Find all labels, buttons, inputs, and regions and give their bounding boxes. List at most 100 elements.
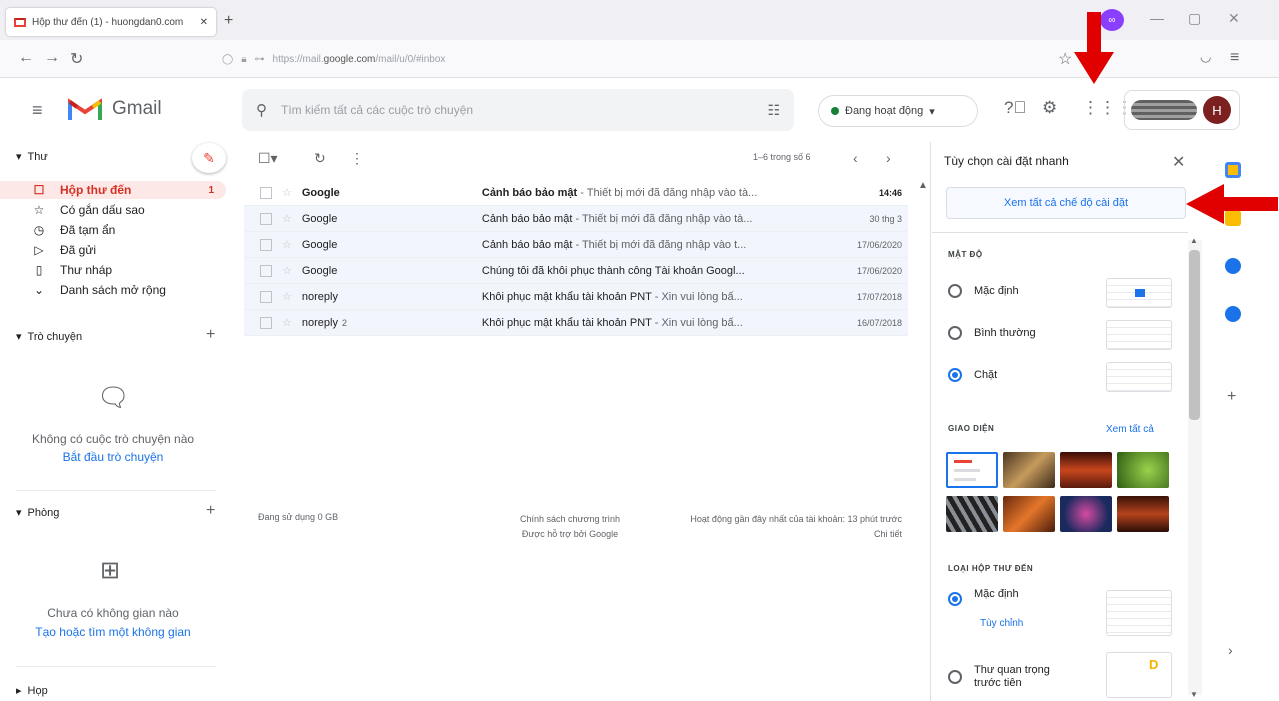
sidebar-item[interactable]: ◷ Đã tạm ẩn bbox=[0, 221, 226, 239]
search-options-icon[interactable]: ☷ bbox=[767, 102, 780, 119]
new-room-plus-icon[interactable]: + bbox=[206, 502, 215, 520]
search-bar[interactable]: ⚲ Tìm kiếm tất cả các cuộc trò chuyện ☷ bbox=[242, 89, 794, 131]
density-radio[interactable] bbox=[948, 284, 962, 298]
star-icon[interactable]: ☆ bbox=[282, 264, 292, 277]
star-icon[interactable]: ☆ bbox=[282, 186, 292, 199]
pocket-icon[interactable]: ◡ bbox=[1200, 49, 1211, 65]
density-option[interactable]: Chặt bbox=[948, 368, 997, 382]
sidebar-item[interactable]: ☐ Hộp thư đến 1 bbox=[0, 181, 226, 199]
compose-button[interactable]: ✎ bbox=[192, 143, 226, 173]
density-option-label: Mặc định bbox=[974, 285, 1019, 297]
older-page-icon[interactable]: › bbox=[886, 150, 891, 166]
browser-tab[interactable]: Hộp thư đến (1) - huongdan0.com ✕ bbox=[6, 8, 216, 36]
table-row[interactable]: ☆ noreply 2 Khôi phục mật khẩu tài khoản PN… bbox=[244, 310, 908, 336]
activity-details-link[interactable]: Chi tiết bbox=[680, 527, 902, 542]
rooms-section-header[interactable]: ▾ Phòng bbox=[16, 506, 59, 520]
row-checkbox[interactable] bbox=[260, 290, 272, 303]
new-chat-plus-icon[interactable]: + bbox=[206, 326, 215, 344]
star-icon[interactable]: ☆ bbox=[282, 290, 292, 303]
close-window-icon[interactable]: ✕ bbox=[1228, 10, 1240, 27]
inbox-important-preview: D bbox=[1106, 652, 1172, 698]
row-checkbox[interactable] bbox=[260, 186, 272, 199]
table-row[interactable]: ☆ Google Cảnh báo bảo mật - Thiết bị mới đ… bbox=[244, 180, 908, 206]
status-dropdown[interactable]: Đang hoạt động ▾ bbox=[818, 95, 978, 127]
sidebar-item[interactable]: ▷ Đã gửi bbox=[0, 241, 226, 259]
forward-icon[interactable]: → bbox=[44, 49, 60, 67]
organization-logo bbox=[1131, 100, 1197, 120]
theme-leaf-thumbnail[interactable] bbox=[1117, 452, 1169, 488]
inbox-important-radio[interactable] bbox=[948, 670, 962, 684]
table-row[interactable]: ☆ Google Cảnh báo bảo mật - Thiết bị mới đ… bbox=[244, 232, 908, 258]
account-chip[interactable]: H bbox=[1124, 90, 1240, 130]
row-checkbox[interactable] bbox=[260, 238, 272, 251]
unread-count: 1 bbox=[208, 184, 214, 196]
table-row[interactable]: ☆ Google Chúng tôi đã khôi phục thành công… bbox=[244, 258, 908, 284]
density-radio[interactable] bbox=[948, 368, 962, 382]
newer-page-icon[interactable]: ‹ bbox=[853, 150, 858, 166]
sidebar-item-label: Đã gửi bbox=[60, 243, 97, 257]
tab-close-icon[interactable]: ✕ bbox=[200, 17, 208, 28]
see-all-settings-button[interactable]: Xem tất cả chế độ cài đặt bbox=[946, 187, 1186, 219]
scroll-down-icon[interactable]: ▼ bbox=[1190, 690, 1198, 699]
row-checkbox[interactable] bbox=[260, 212, 272, 225]
theme-autumn-thumbnail[interactable] bbox=[1003, 496, 1055, 532]
start-chat-link[interactable]: Bắt đầu trò chuyện bbox=[0, 450, 226, 464]
back-icon[interactable]: ← bbox=[18, 49, 34, 67]
list-scroll-up-icon[interactable]: ▲ bbox=[918, 180, 928, 191]
gear-icon[interactable]: ⚙ bbox=[1042, 98, 1057, 118]
tasks-icon[interactable] bbox=[1225, 258, 1241, 274]
find-space-link[interactable]: Tạo hoặc tìm một không gian bbox=[0, 625, 226, 639]
close-icon[interactable]: ✕ bbox=[1172, 152, 1185, 172]
density-option[interactable]: Bình thường bbox=[948, 326, 1036, 340]
inbox-default-radio[interactable] bbox=[948, 592, 962, 606]
theme-default-thumbnail[interactable] bbox=[946, 452, 998, 488]
search-icon[interactable]: ⚲ bbox=[256, 101, 267, 119]
calendar-icon[interactable] bbox=[1225, 162, 1241, 178]
refresh-icon[interactable]: ↻ bbox=[314, 150, 326, 167]
inbox-important-option[interactable]: Thư quan trọng trước tiên bbox=[948, 664, 1064, 690]
star-icon[interactable]: ☆ bbox=[282, 316, 292, 329]
url-bar[interactable]: ◯ 🔒︎ ⊶ https://mail.google.com/mail/u/0/… bbox=[222, 48, 1092, 70]
avatar[interactable]: H bbox=[1203, 96, 1231, 124]
program-policy-link[interactable]: Chính sách chương trình bbox=[500, 512, 640, 527]
density-radio[interactable] bbox=[948, 326, 962, 340]
theme-lava-thumbnail[interactable] bbox=[1117, 496, 1169, 532]
browser-menu-icon[interactable]: ≡ bbox=[1230, 49, 1239, 67]
nav-icon: ⌄ bbox=[33, 283, 45, 297]
search-input[interactable]: Tìm kiếm tất cả các cuộc trò chuyện bbox=[281, 103, 753, 117]
chat-section-header[interactable]: ▾ Trò chuyện bbox=[16, 330, 82, 344]
theme-bokeh-thumbnail[interactable] bbox=[1060, 496, 1112, 532]
gmail-logo-icon[interactable] bbox=[68, 96, 102, 122]
scroll-up-icon[interactable]: ▲ bbox=[1190, 236, 1198, 245]
show-side-panel-icon[interactable]: › bbox=[1228, 642, 1233, 658]
contacts-icon[interactable] bbox=[1225, 306, 1241, 322]
table-row[interactable]: ☆ Google Cảnh báo bảo mật - Thiết bị mới đ… bbox=[244, 206, 908, 232]
reload-icon[interactable]: ↻ bbox=[70, 49, 83, 69]
meet-section-header[interactable]: ▸ Họp bbox=[16, 684, 48, 698]
new-tab-button[interactable]: + bbox=[224, 12, 233, 30]
scrollbar-thumb[interactable] bbox=[1189, 250, 1200, 420]
theme-view-all-link[interactable]: Xem tất cả bbox=[1106, 424, 1154, 435]
main-menu-icon[interactable]: ≡ bbox=[32, 100, 43, 121]
row-checkbox[interactable] bbox=[260, 264, 272, 277]
theme-chess-thumbnail[interactable] bbox=[1003, 452, 1055, 488]
help-icon[interactable]: ?⃝ bbox=[1004, 98, 1026, 118]
theme-honeycomb-thumbnail[interactable] bbox=[946, 496, 998, 532]
sidebar-item[interactable]: ☆ Có gắn dấu sao bbox=[0, 201, 226, 219]
sidebar-item[interactable]: ▯ Thư nháp bbox=[0, 261, 226, 279]
customize-link[interactable]: Tùy chỉnh bbox=[980, 618, 1023, 629]
sidebar-item[interactable]: ⌄ Danh sách mở rộng bbox=[0, 281, 226, 299]
table-row[interactable]: ☆ noreply Khôi phục mật khẩu tài khoản PNT… bbox=[244, 284, 908, 310]
row-checkbox[interactable] bbox=[260, 316, 272, 329]
density-option[interactable]: Mặc định bbox=[948, 284, 1019, 298]
more-options-icon[interactable]: ⋮ bbox=[350, 150, 364, 167]
star-icon[interactable]: ☆ bbox=[282, 212, 292, 225]
theme-canyon-thumbnail[interactable] bbox=[1060, 452, 1112, 488]
select-all-checkbox[interactable]: ☐▾ bbox=[258, 150, 278, 167]
maximize-icon[interactable]: ▢ bbox=[1188, 10, 1201, 27]
mail-section-header[interactable]: ▾ Thư bbox=[16, 150, 48, 164]
minimize-icon[interactable]: — bbox=[1150, 10, 1164, 26]
inbox-default-option[interactable]: Mặc định bbox=[948, 588, 1019, 606]
star-icon[interactable]: ☆ bbox=[282, 238, 292, 251]
get-addons-plus-icon[interactable]: + bbox=[1227, 388, 1236, 406]
